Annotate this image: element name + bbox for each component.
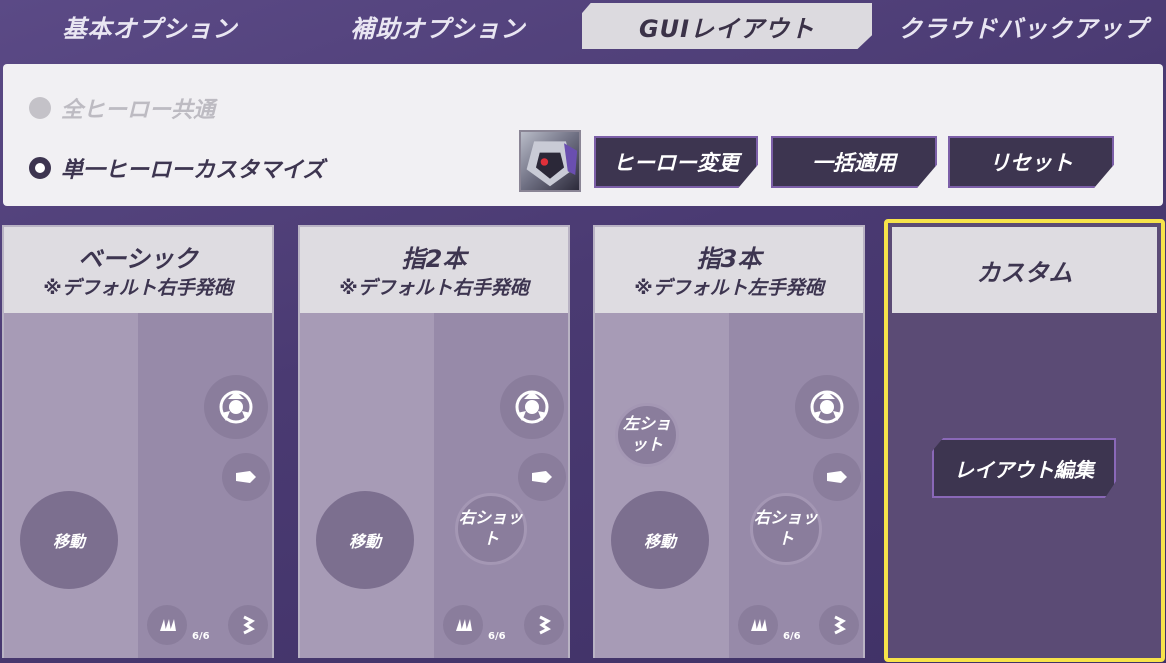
button-label: レイアウト編集	[954, 457, 1094, 482]
ultimate-skill-icon	[795, 375, 859, 439]
card-header: カスタム	[892, 227, 1157, 313]
radio-label: 単一ヒーローカスタマイズ	[61, 158, 325, 183]
layout-preview: 移動 6/6	[4, 313, 272, 658]
layout-preview: 移動 右ショット 6/6	[300, 313, 568, 658]
radio-off-icon	[29, 97, 51, 119]
preview-left-zone	[595, 313, 729, 658]
edit-layout-button[interactable]: レイアウト編集	[932, 438, 1116, 498]
move-joystick: 移動	[611, 491, 709, 589]
radio-on-icon	[29, 157, 51, 179]
move-label: 移動	[643, 532, 676, 551]
right-shot-button: 右ショット	[455, 493, 527, 565]
move-label: 移動	[52, 532, 85, 551]
tab-bar: 基本オプション 補助オプション GUIレイアウト クラウドバックアップ	[0, 0, 1166, 56]
sprint-icon	[524, 605, 564, 645]
tab-assist-options[interactable]: 補助オプション	[318, 3, 558, 49]
hero-change-button[interactable]: ヒーロー変更	[594, 136, 758, 188]
tab-label: GUIレイアウト	[638, 14, 816, 43]
missile-skill-icon	[518, 453, 566, 501]
move-joystick: 移動	[316, 491, 414, 589]
ultimate-skill-icon	[500, 375, 564, 439]
tab-label: クラウドバックアップ	[898, 14, 1148, 43]
card-subtitle: ※デフォルト右手発砲	[43, 277, 233, 299]
move-joystick: 移動	[20, 491, 118, 589]
card-subtitle: ※デフォルト左手発砲	[634, 277, 824, 299]
radio-all-heroes[interactable]: 全ヒーロー共通	[29, 92, 215, 124]
left-shot-button: 左ショット	[615, 403, 679, 467]
card-title: 指2本	[401, 245, 467, 273]
missile-skill-icon	[813, 453, 861, 501]
ammo-icon	[738, 605, 778, 645]
layout-card-three-finger[interactable]: 指3本 ※デフォルト左手発砲 左ショット 移動 右ショット 6/6	[593, 225, 865, 658]
shot-label: 左ショット	[622, 414, 671, 454]
layout-card-basic[interactable]: ベーシック ※デフォルト右手発砲 移動 6/6	[2, 225, 274, 658]
sprint-icon	[228, 605, 268, 645]
preview-left-zone	[4, 313, 138, 658]
radio-label: 全ヒーロー共通	[61, 98, 216, 123]
card-title: 指3本	[696, 245, 762, 273]
hero-avatar[interactable]	[519, 130, 581, 192]
ammo-count: 6/6	[192, 631, 210, 642]
card-header: ベーシック ※デフォルト右手発砲	[4, 227, 272, 313]
button-label: 一括適用	[812, 151, 896, 175]
ammo-count: 6/6	[488, 631, 506, 642]
tab-gui-layout[interactable]: GUIレイアウト	[582, 3, 872, 49]
layout-preview: 左ショット 移動 右ショット 6/6	[595, 313, 863, 658]
missile-skill-icon	[222, 453, 270, 501]
shot-label: 右ショット	[458, 508, 523, 548]
card-header: 指3本 ※デフォルト左手発砲	[595, 227, 863, 313]
sprint-icon	[819, 605, 859, 645]
ammo-icon	[147, 605, 187, 645]
layout-card-two-finger[interactable]: 指2本 ※デフォルト右手発砲 移動 右ショット 6/6	[298, 225, 570, 658]
radio-single-hero[interactable]: 単一ヒーローカスタマイズ	[29, 152, 324, 184]
hero-portrait-icon	[526, 141, 578, 187]
card-subtitle: ※デフォルト右手発砲	[339, 277, 529, 299]
shot-label: 右ショット	[753, 508, 818, 548]
tab-label: 補助オプション	[350, 14, 526, 43]
tab-cloud-backup[interactable]: クラウドバックアップ	[880, 3, 1166, 49]
right-shot-button: 右ショット	[750, 493, 822, 565]
card-title: ベーシック	[78, 245, 198, 273]
button-label: ヒーロー変更	[613, 151, 739, 175]
tab-label: 基本オプション	[62, 14, 238, 43]
reset-button[interactable]: リセット	[948, 136, 1114, 188]
card-header: 指2本 ※デフォルト右手発砲	[300, 227, 568, 313]
move-label: 移動	[348, 532, 381, 551]
apply-all-button[interactable]: 一括適用	[771, 136, 937, 188]
ammo-icon	[443, 605, 483, 645]
tab-basic-options[interactable]: 基本オプション	[30, 3, 270, 49]
ammo-count: 6/6	[783, 631, 801, 642]
ultimate-skill-icon	[204, 375, 268, 439]
card-title: カスタム	[976, 258, 1073, 287]
button-label: リセット	[989, 151, 1073, 175]
preview-left-zone	[300, 313, 434, 658]
